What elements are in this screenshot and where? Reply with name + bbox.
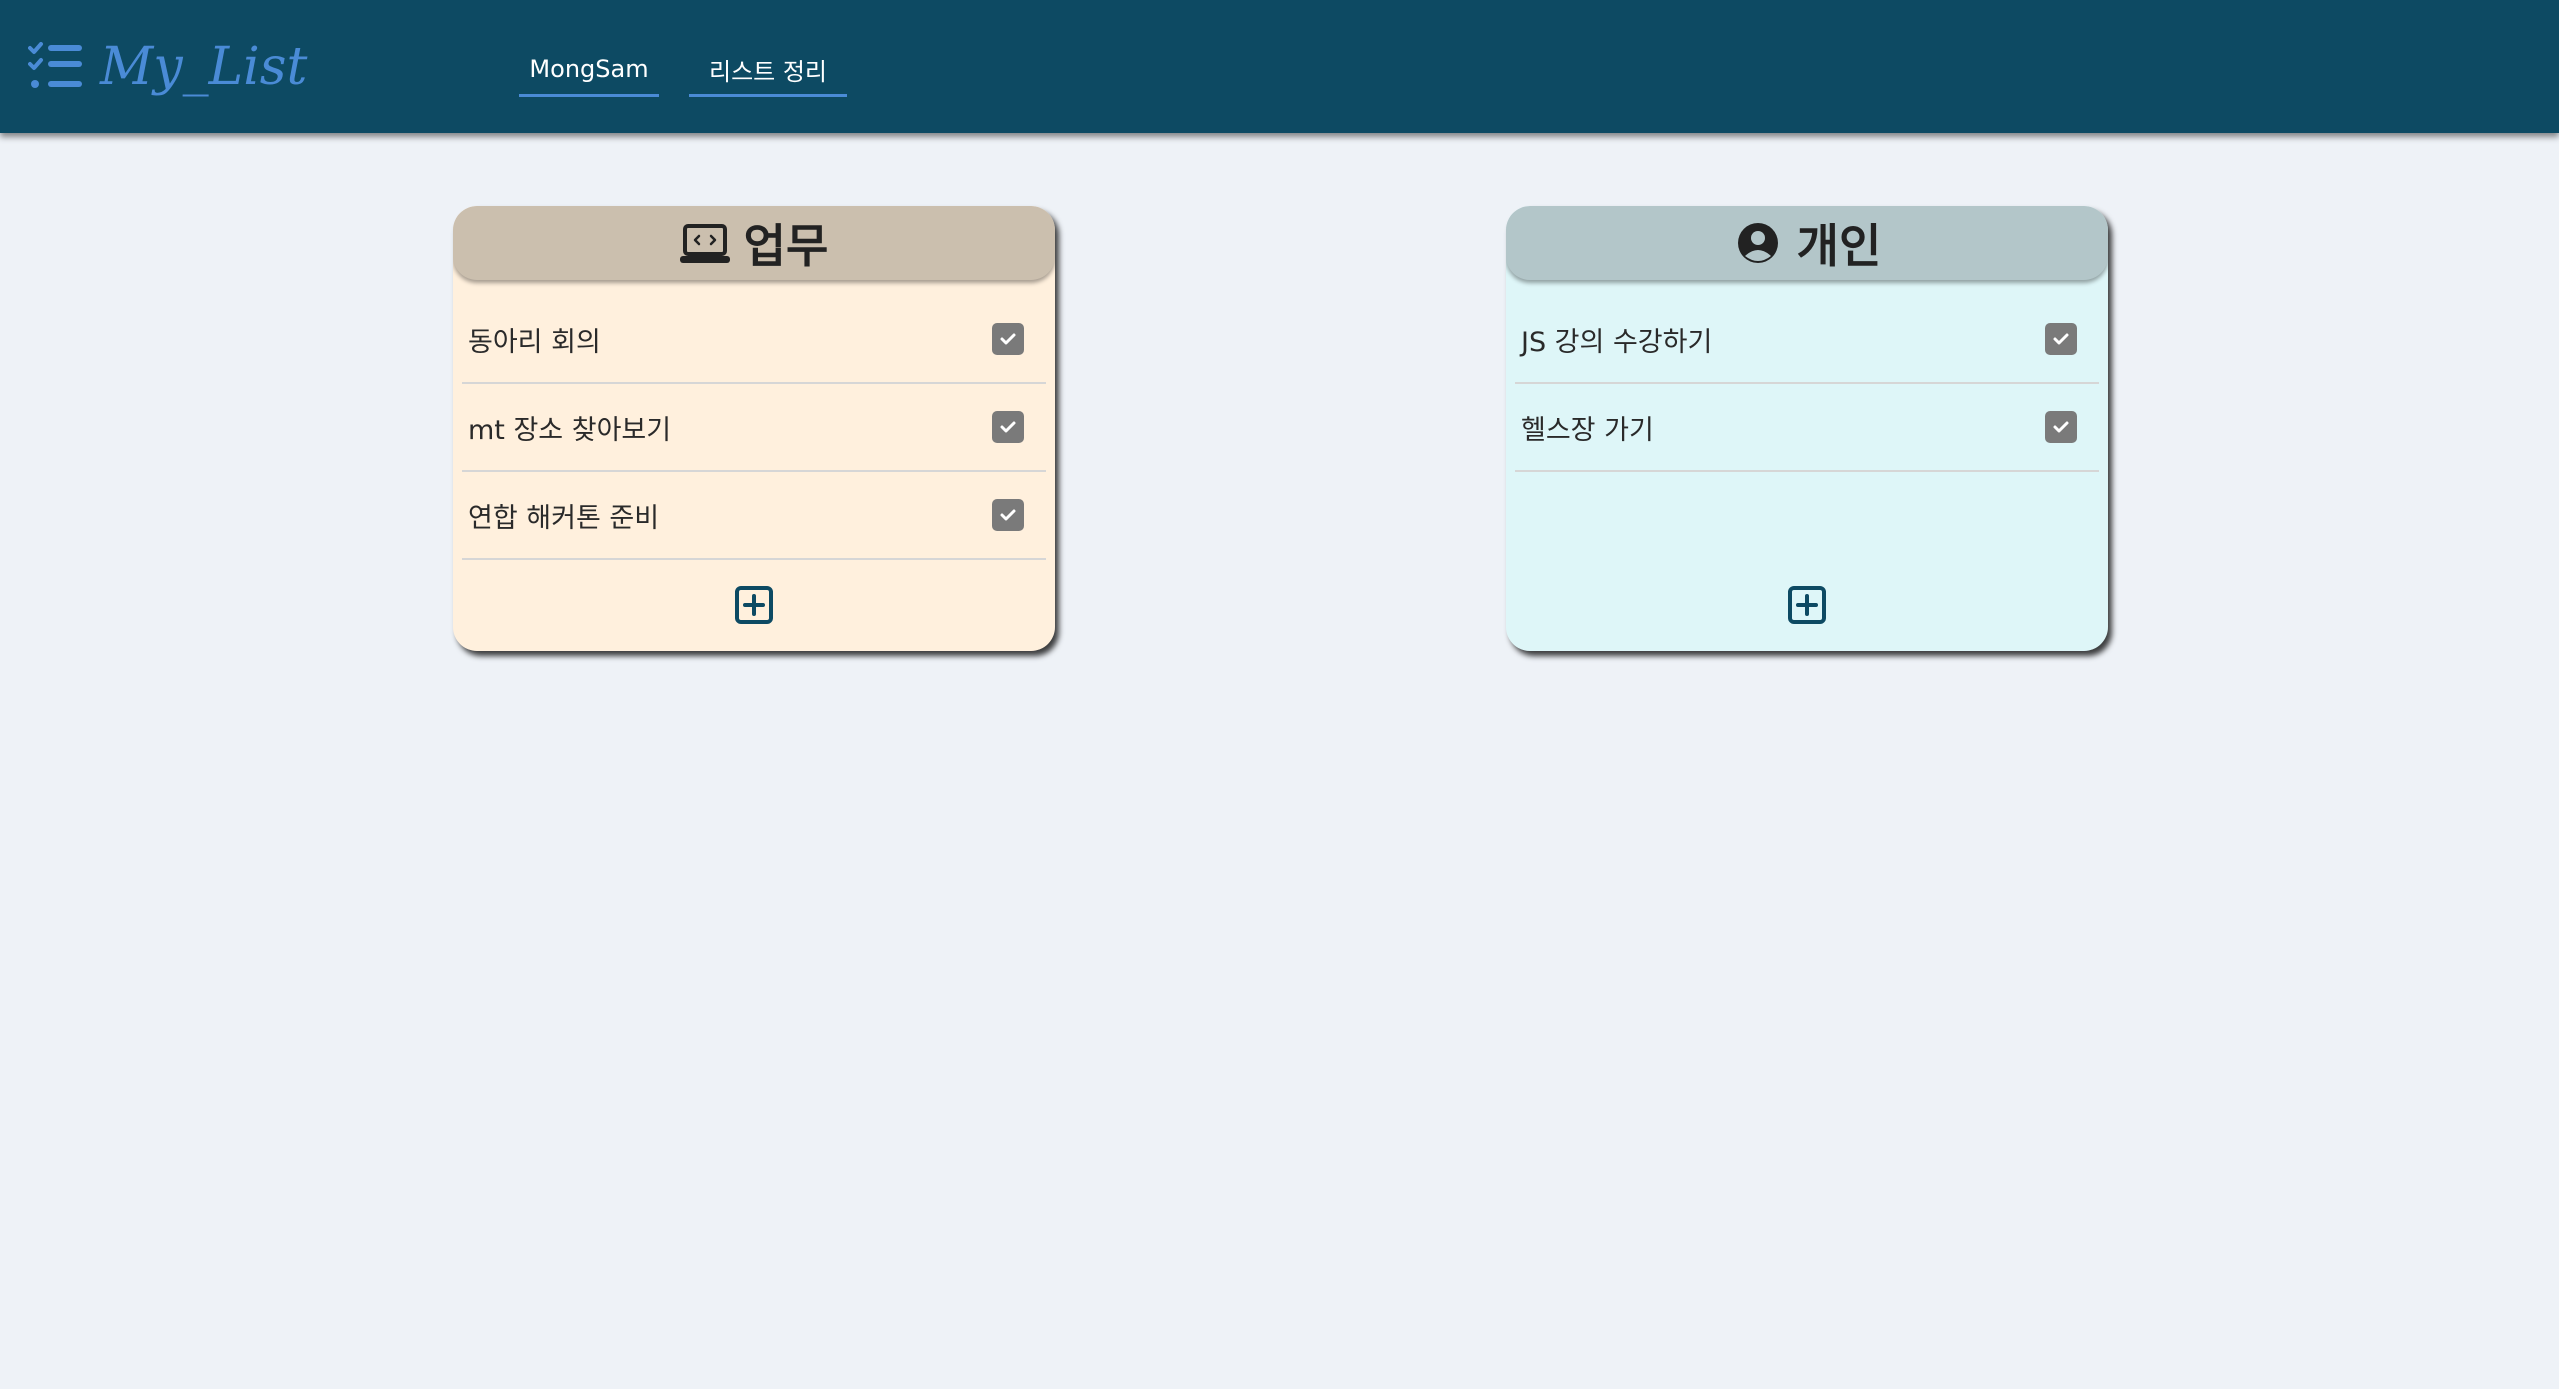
user-circle-icon bbox=[1737, 223, 1778, 263]
item-text: 동아리 회의 bbox=[468, 326, 601, 358]
card-title: 개인 bbox=[1796, 219, 1882, 273]
list-item: 동아리 회의 bbox=[462, 296, 1046, 384]
item-checkbox[interactable] bbox=[992, 323, 1024, 355]
card-header: 업무 bbox=[453, 206, 1055, 280]
item-text: 연합 해커톤 준비 bbox=[468, 502, 660, 534]
item-checkbox[interactable] bbox=[2045, 323, 2077, 355]
item-text: mt 장소 찾아보기 bbox=[468, 414, 672, 446]
laptop-code-icon bbox=[679, 224, 730, 263]
check-icon bbox=[1000, 509, 1016, 521]
list-item: 헬스장 가기 bbox=[1515, 384, 2099, 472]
app-title: My_List bbox=[100, 37, 308, 97]
list-item: mt 장소 찾아보기 bbox=[462, 384, 1046, 472]
todo-list: 동아리 회의 mt 장소 찾아보기 연합 해커톤 준비 bbox=[462, 296, 1046, 560]
item-checkbox[interactable] bbox=[992, 411, 1024, 443]
card-header: 개인 bbox=[1506, 206, 2108, 280]
list-check-icon bbox=[28, 42, 82, 88]
list-item: 연합 해커톤 준비 bbox=[462, 472, 1046, 560]
card-title: 업무 bbox=[743, 219, 829, 273]
check-icon bbox=[1000, 421, 1016, 433]
item-checkbox[interactable] bbox=[2045, 411, 2077, 443]
nav-item-list-organize[interactable]: 리스트 정리 bbox=[689, 44, 847, 97]
main-nav: MongSam 리스트 정리 bbox=[519, 44, 877, 97]
plus-square-icon[interactable] bbox=[1787, 585, 1827, 625]
item-text: JS 강의 수강하기 bbox=[1521, 326, 1713, 358]
work-card: 업무 동아리 회의 mt 장소 찾아보기 연합 해커톤 준비 bbox=[453, 206, 1055, 651]
plus-square-icon[interactable] bbox=[734, 585, 774, 625]
app-logo[interactable]: My_List bbox=[28, 32, 307, 102]
todo-list: JS 강의 수강하기 헬스장 가기 bbox=[1515, 296, 2099, 472]
check-icon bbox=[1000, 333, 1016, 345]
list-item: JS 강의 수강하기 bbox=[1515, 296, 2099, 384]
item-checkbox[interactable] bbox=[992, 499, 1024, 531]
check-icon bbox=[2053, 421, 2069, 433]
personal-card: 개인 JS 강의 수강하기 헬스장 가기 bbox=[1506, 206, 2108, 651]
item-text: 헬스장 가기 bbox=[1521, 414, 1654, 446]
nav-item-mongsam[interactable]: MongSam bbox=[519, 44, 659, 97]
top-navbar: My_List MongSam 리스트 정리 bbox=[0, 0, 2559, 133]
check-icon bbox=[2053, 333, 2069, 345]
